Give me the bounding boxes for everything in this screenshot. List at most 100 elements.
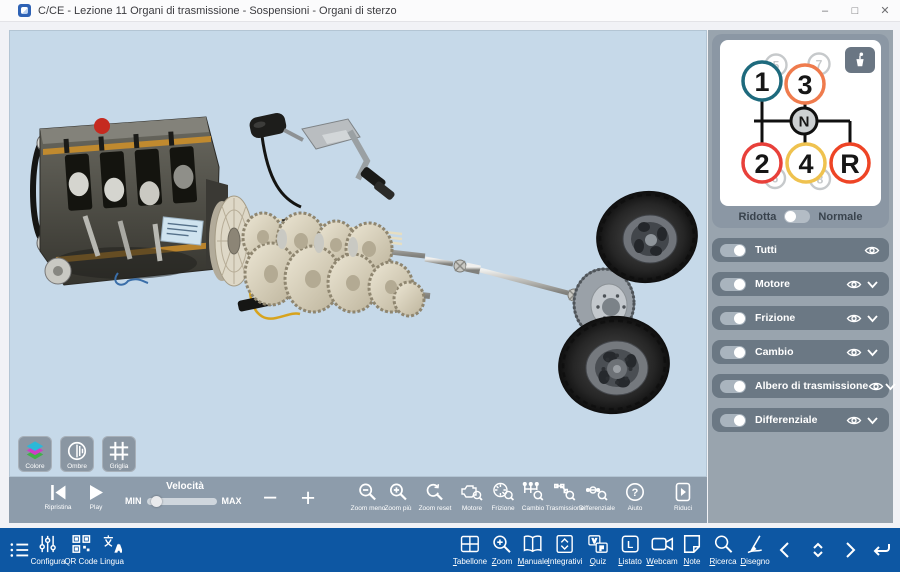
speed-min-label: MIN — [125, 496, 142, 506]
play-button[interactable]: Play — [88, 484, 104, 511]
app-window: C/CE - Lezione 11 Organi di trasmissione… — [0, 0, 900, 572]
magnifier-plus-icon — [492, 534, 512, 554]
scene-3d[interactable] — [10, 31, 708, 478]
return-arrow-icon — [872, 541, 892, 559]
colore-button[interactable]: Colore — [18, 436, 52, 472]
svg-text:4: 4 — [798, 149, 813, 179]
maximize-button[interactable]: □ — [840, 0, 870, 21]
gearbox[interactable] — [243, 213, 430, 316]
layer-row-albero[interactable]: Albero di trasmissione — [712, 374, 889, 398]
speed-decrease-button[interactable]: − — [263, 478, 278, 518]
playback-toolbar: Ripristina Play Velocità MIN MAX − + Zoo… — [9, 477, 707, 523]
chevron-down-icon[interactable] — [863, 348, 881, 357]
layer-row-motore[interactable]: Motore — [712, 272, 889, 296]
axle-magnifier-icon — [586, 482, 608, 502]
quiz-button[interactable]: VF Quiz — [587, 534, 609, 566]
differenziale-toggle[interactable] — [720, 414, 746, 427]
previous-button[interactable] — [776, 541, 794, 559]
zoom-in-button[interactable]: Zoom più — [384, 482, 411, 512]
svg-text:L: L — [627, 540, 633, 551]
range-mode-toggle[interactable] — [784, 210, 810, 223]
gear-lever[interactable] — [248, 111, 396, 207]
eye-icon[interactable] — [868, 380, 884, 393]
wheel-lower[interactable] — [552, 309, 677, 422]
taskbar: Configura QR Code A Lingua Tabellone Zoo… — [0, 528, 900, 572]
tutti-toggle[interactable] — [720, 244, 746, 257]
speed-increase-button[interactable]: + — [301, 478, 316, 518]
viewport-3d[interactable]: Colore Ombre Griglia — [9, 30, 707, 477]
view-tools: Colore Ombre Griglia — [18, 436, 136, 472]
inspect-engine-button[interactable]: Motore — [461, 482, 483, 512]
ombre-button[interactable]: Ombre — [60, 436, 94, 472]
titlebar: C/CE - Lezione 11 Organi di trasmissione… — [0, 0, 900, 22]
ridotta-label: Ridotta — [739, 211, 777, 223]
zoom-button[interactable]: Zoom — [492, 534, 512, 566]
menu-button[interactable] — [9, 540, 31, 560]
inspect-clutch-button[interactable]: Frizione — [491, 482, 514, 512]
close-button[interactable]: ✕ — [870, 0, 900, 21]
gear-pattern-card: 5 7 6 8 1 3 2 4 R N — [720, 40, 881, 206]
zoom-in-icon — [388, 482, 408, 502]
engine-block[interactable] — [33, 117, 228, 285]
chevron-down-icon[interactable] — [863, 314, 881, 323]
chevron-down-icon[interactable] — [863, 280, 881, 289]
disegno-button[interactable]: Disegno — [740, 534, 769, 566]
svg-text:2: 2 — [754, 149, 769, 179]
tabellone-button[interactable]: Tabellone — [453, 534, 487, 566]
inspect-differential-button[interactable]: Differenziale — [579, 482, 615, 512]
help-icon: ? — [625, 482, 645, 502]
restart-button[interactable]: Ripristina — [44, 484, 71, 511]
speed-slider-knob[interactable] — [151, 496, 162, 507]
griglia-button[interactable]: Griglia — [102, 436, 136, 472]
webcam-button[interactable]: Webcam — [646, 534, 677, 566]
minimize-button[interactable]: – — [810, 0, 840, 21]
next-button[interactable] — [841, 541, 859, 559]
listato-button[interactable]: L Listato — [618, 534, 642, 566]
board-grid-icon — [460, 534, 480, 554]
true-false-icon: VF — [587, 534, 609, 554]
drive-shaft[interactable] — [425, 259, 593, 301]
app-icon — [18, 4, 31, 17]
gear-pattern-panel: 5 7 6 8 1 3 2 4 R N — [712, 34, 889, 228]
eye-icon[interactable] — [845, 312, 863, 325]
shifter-view-button[interactable] — [845, 47, 875, 73]
help-button[interactable]: ? Aiuto — [625, 482, 645, 512]
eye-icon[interactable] — [863, 244, 881, 257]
albero-toggle[interactable] — [720, 380, 746, 393]
return-button[interactable] — [872, 541, 892, 559]
layer-row-tutti[interactable]: Tutti — [712, 238, 889, 262]
layer-row-frizione[interactable]: Frizione — [712, 306, 889, 330]
zoom-reset-icon — [425, 482, 445, 502]
zoom-reset-button[interactable]: Zoom reset — [419, 482, 452, 512]
speed-slider[interactable] — [147, 498, 217, 505]
range-mode-row: Ridotta Normale — [712, 210, 889, 223]
layer-row-cambio[interactable]: Cambio — [712, 340, 889, 364]
expand-collapse-button[interactable] — [809, 541, 827, 559]
configura-button[interactable]: Configura — [31, 534, 66, 566]
inspect-gearbox-button[interactable]: Cambio — [522, 482, 544, 512]
eye-icon[interactable] — [845, 414, 863, 427]
manuale-button[interactable]: Manuale — [518, 534, 549, 566]
eye-icon[interactable] — [845, 346, 863, 359]
lingua-button[interactable]: A Lingua — [100, 534, 124, 566]
motore-toggle[interactable] — [720, 278, 746, 291]
layers-color-icon — [24, 440, 46, 462]
svg-text:N: N — [799, 114, 810, 131]
cambio-toggle[interactable] — [720, 346, 746, 359]
svg-text:3: 3 — [797, 70, 812, 100]
ricerca-button[interactable]: Ricerca — [709, 534, 736, 566]
chevron-down-icon[interactable] — [863, 416, 881, 425]
qr-code-icon — [71, 534, 91, 554]
note-button[interactable]: Note — [682, 534, 702, 566]
layer-row-differenziale[interactable]: Differenziale — [712, 408, 889, 432]
colore-label: Colore — [25, 463, 44, 470]
skip-start-icon — [49, 484, 67, 501]
integrativi-button[interactable]: Integrativi — [548, 534, 583, 566]
reduce-button[interactable]: Riduci — [674, 482, 692, 512]
zoom-out-button[interactable]: Zoom meno — [351, 482, 386, 512]
eye-icon[interactable] — [845, 278, 863, 291]
qr-code-button[interactable]: QR Code — [64, 534, 97, 566]
svg-text:F: F — [600, 545, 604, 552]
chevron-down-icon[interactable] — [884, 382, 897, 391]
frizione-toggle[interactable] — [720, 312, 746, 325]
